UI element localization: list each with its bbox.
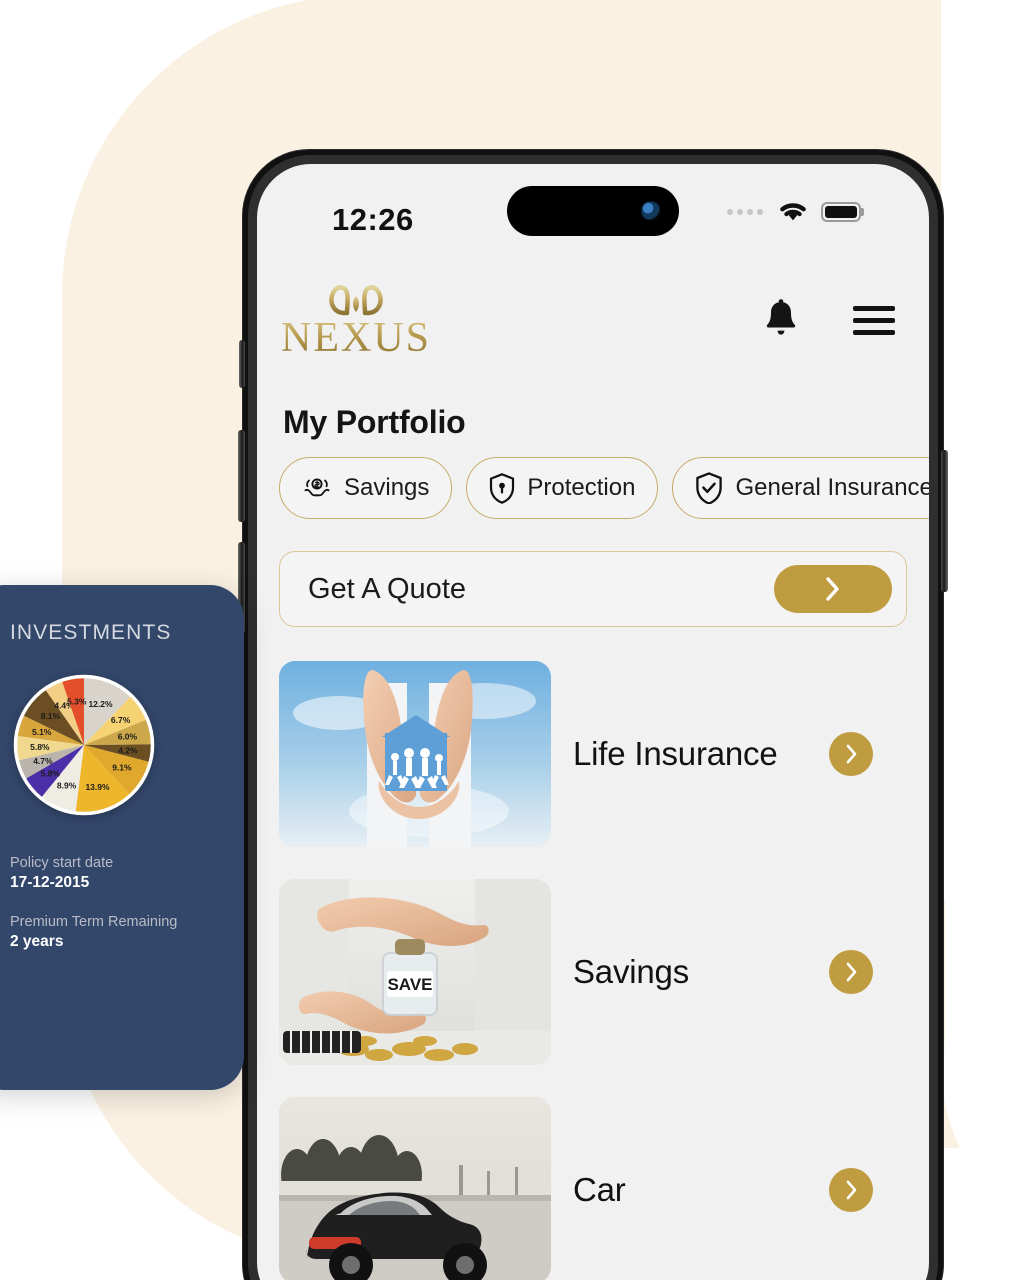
chip-general-insurance[interactable]: General Insurance	[672, 457, 929, 519]
pie-slice-label: 5.8%	[41, 769, 61, 779]
signal-dots-icon	[727, 209, 763, 215]
screen-content: My Portfolio Savings Protection General …	[257, 404, 929, 1280]
chip-savings[interactable]: Savings	[279, 457, 453, 519]
portfolio-filter-chips: Savings Protection General Insurance	[279, 457, 929, 519]
shield-lock-icon	[490, 472, 515, 504]
battery-icon	[821, 202, 861, 222]
policy-start-date-label: Policy start date	[10, 855, 114, 871]
chevron-right-icon	[846, 744, 857, 764]
investments-details: Policy start date 17-12-2015 Premium Ter…	[10, 855, 244, 951]
product-name: Savings	[573, 953, 690, 990]
pie-slice-label: 5.1%	[32, 727, 52, 737]
pie-slice-label: 4.2%	[118, 745, 138, 755]
product-name: Car	[573, 1171, 626, 1208]
background-white-corner	[944, 1148, 1022, 1280]
investments-pie-chart: 12.2% 6.7% 6.0% 4.2% 9.1% 13.9% 8.9% 5.8% 4.7% 5.…	[10, 671, 158, 819]
svg-text:SAVE: SAVE	[387, 975, 432, 994]
list-item[interactable]: Car	[279, 1097, 907, 1280]
status-bar: 12:26	[257, 164, 929, 260]
nexus-logo: NEXUS	[281, 282, 431, 359]
policy-start-date-value: 17-12-2015	[10, 874, 90, 891]
pie-slice-label: 8.1%	[41, 711, 61, 721]
get-a-quote-label: Get A Quote	[308, 572, 466, 605]
pie-slice-label: 9.1%	[112, 763, 132, 773]
page-title: My Portfolio	[283, 404, 466, 440]
product-arrow-button[interactable]	[829, 950, 873, 994]
chevron-right-icon	[846, 1180, 857, 1200]
page-root: 12:26 NEXUS My Portfolio Savings Protect…	[0, 0, 1022, 1280]
product-arrow-button[interactable]	[829, 1168, 873, 1212]
pie-slice-label: 4.7%	[33, 756, 53, 766]
pie-slice-label: 5.8%	[30, 742, 50, 752]
chip-label: Protection	[527, 474, 636, 501]
app-header-actions	[761, 298, 895, 342]
front-camera-icon	[641, 201, 661, 221]
hamburger-menu-icon[interactable]	[853, 305, 895, 335]
pie-slice-label: 12.2%	[88, 699, 113, 709]
product-arrow-button[interactable]	[829, 732, 873, 776]
pie-slice-label: 8.9%	[57, 781, 77, 791]
nexus-logo-text: NEXUS	[281, 314, 432, 361]
chip-label: General Insurance	[735, 474, 929, 501]
dynamic-island	[507, 186, 679, 236]
phone-volume-up-button[interactable]	[238, 430, 245, 522]
bell-icon[interactable]	[761, 298, 801, 342]
background-blob-mask	[941, 0, 1022, 1263]
wifi-icon	[780, 203, 806, 221]
shield-check-icon	[696, 472, 723, 504]
chevron-right-icon	[826, 577, 839, 601]
hands-protecting-save-jar-photo: SAVE	[279, 879, 551, 1065]
hands-coin-icon	[304, 478, 330, 497]
chevron-right-icon	[846, 962, 857, 982]
phone-power-button[interactable]	[941, 450, 948, 592]
chip-protection[interactable]: Protection	[466, 457, 659, 519]
list-item[interactable]: SAVE Savings	[279, 879, 907, 1065]
pie-slice-label: 5.3%	[67, 696, 87, 706]
pie-slice-label: 6.0%	[118, 731, 138, 741]
car-on-road-photo	[279, 1097, 551, 1280]
pie-slice-label: 6.7%	[111, 715, 131, 725]
pie-chart-svg: 12.2% 6.7% 6.0% 4.2% 9.1%13.9% 8.9% 5.8% 4.7% 5.…	[13, 674, 155, 816]
status-bar-clock: 12:26	[332, 202, 414, 237]
investments-card: INVESTMENTS 12.2% 6.7% 6.0% 4.2% 9.1% 13.9% 8.…	[0, 585, 244, 1090]
chip-label: Savings	[344, 474, 430, 501]
phone-screen: 12:26 NEXUS My Portfolio Savings Protect…	[257, 164, 929, 1280]
get-a-quote-card[interactable]: Get A Quote	[279, 551, 907, 627]
investments-title: INVESTMENTS	[10, 621, 172, 644]
get-a-quote-button[interactable]	[774, 565, 892, 613]
pie-slice-label: 13.9%	[85, 782, 110, 792]
premium-term-remaining-value: 2 years	[10, 933, 64, 950]
hands-holding-house-family-photo	[279, 661, 551, 847]
list-item[interactable]: Life Insurance	[279, 661, 907, 847]
product-list: Life Insurance SAVE Savings Car	[279, 661, 907, 1280]
product-name: Life Insurance	[573, 735, 778, 772]
app-header: NEXUS	[257, 260, 929, 380]
phone-silent-switch[interactable]	[239, 340, 245, 388]
premium-term-remaining-label: Premium Term Remaining	[10, 914, 178, 930]
status-bar-indicators	[727, 200, 861, 224]
phone-mockup: 12:26 NEXUS My Portfolio Savings Protect…	[238, 150, 948, 1280]
